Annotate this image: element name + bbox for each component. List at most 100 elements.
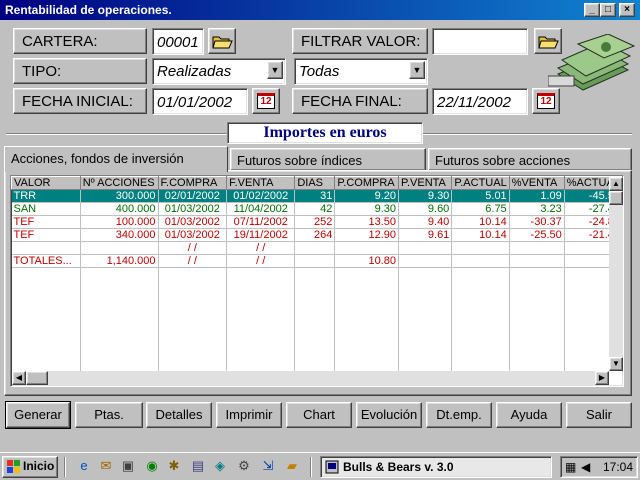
table-cell: 07/11/2002: [226, 215, 296, 229]
settings-icon[interactable]: ⚙: [236, 458, 252, 474]
volume-icon[interactable]: ◀: [581, 460, 590, 474]
grid-column-header[interactable]: P.VENTA: [398, 176, 453, 190]
empty-row: [11, 293, 623, 307]
table-cell: [158, 332, 228, 346]
vertical-scroll-thumb[interactable]: [609, 191, 623, 205]
table-row[interactable]: TRR 300.000 02/01/2002 01/02/2002 31 9.20 9.30…: [11, 189, 623, 203]
table-row[interactable]: / / / /: [11, 241, 623, 255]
table-row[interactable]: SAN 400.000 01/03/2002 11/04/2002 42 9.30 9.60…: [11, 202, 623, 216]
desktop-icon[interactable]: ▣: [120, 458, 136, 474]
dropdown-arrow-icon[interactable]: ▼: [409, 61, 425, 79]
globe-icon[interactable]: ◉: [144, 458, 160, 474]
tab-futuros-indices[interactable]: Futuros sobre índices: [230, 148, 426, 170]
network-icon[interactable]: ▦: [565, 460, 576, 474]
cartera-input[interactable]: 00001: [152, 28, 204, 55]
table-cell: 1.09: [509, 189, 565, 203]
tab-acciones[interactable]: Acciones, fondos de inversión: [4, 146, 228, 172]
chart-button[interactable]: Chart: [286, 402, 352, 428]
tools-icon[interactable]: ✱: [166, 458, 182, 474]
table-cell: 9.30: [398, 189, 453, 203]
tipo-select[interactable]: Realizadas ▼: [152, 58, 286, 85]
horizontal-scrollbar[interactable]: ◀ ▶: [12, 371, 609, 385]
minimize-button[interactable]: _: [584, 3, 600, 17]
table-cell: 12.90: [334, 228, 400, 242]
filtrar-valor-input[interactable]: [432, 28, 528, 55]
scroll-down-button[interactable]: ▼: [609, 357, 623, 371]
ayuda-button[interactable]: Ayuda: [496, 402, 562, 428]
start-button[interactable]: Inicio: [2, 456, 58, 478]
scroll-left-button[interactable]: ◀: [12, 371, 26, 385]
evolucion-button[interactable]: Evolución: [356, 402, 422, 428]
table-cell: [80, 306, 159, 320]
fecha-inicial-calendar-button[interactable]: 12: [252, 88, 280, 114]
clock[interactable]: 17:04: [603, 460, 633, 474]
table-cell: [334, 319, 400, 333]
grid-column-header[interactable]: F.COMPRA: [157, 176, 228, 190]
operations-grid[interactable]: VALOR Nº ACCIONES F.COMPRA F.VENTA DIAS P.COM…: [10, 175, 624, 387]
grid-column-header[interactable]: Nº ACCIONES: [79, 176, 159, 190]
grid-column-header[interactable]: DIAS: [294, 176, 336, 190]
vertical-scrollbar[interactable]: ▲ ▼: [609, 177, 623, 371]
close-button[interactable]: ×: [619, 3, 635, 17]
outlook-icon[interactable]: ✉: [98, 458, 114, 474]
table-cell: 01/03/2002: [158, 228, 228, 242]
table-cell: [80, 358, 159, 372]
window-title: Rentabilidad de operaciones.: [5, 3, 172, 17]
generar-button[interactable]: Generar: [5, 401, 71, 429]
grid-column-header[interactable]: %VENTA: [508, 176, 565, 190]
empty-row: [11, 319, 623, 333]
table-cell: [11, 241, 81, 255]
folder-icon[interactable]: ▰: [284, 458, 300, 474]
dropdown-arrow-icon[interactable]: ▼: [267, 61, 283, 79]
table-cell: [11, 345, 81, 359]
dtemp-button[interactable]: Dt.emp.: [426, 402, 492, 428]
taskbar-task-bulls-bears[interactable]: Bulls & Bears v. 3.0: [320, 456, 552, 478]
internet-explorer-icon[interactable]: e: [76, 458, 92, 474]
table-cell: [509, 241, 565, 255]
maximize-button[interactable]: □: [600, 3, 616, 17]
fecha-inicial-input[interactable]: 01/01/2002: [152, 88, 248, 115]
table-cell: [226, 319, 296, 333]
table-cell: [226, 267, 296, 281]
scroll-up-button[interactable]: ▲: [609, 177, 623, 191]
table-cell: TRR: [11, 189, 81, 203]
scroll-right-button[interactable]: ▶: [595, 371, 609, 385]
grid-column-header[interactable]: VALOR: [11, 176, 81, 190]
fecha-final-calendar-button[interactable]: 12: [532, 88, 560, 114]
disk-icon[interactable]: ◈: [212, 458, 228, 474]
grid-column-header[interactable]: F.VENTA: [226, 176, 296, 190]
tipo2-select[interactable]: Todas ▼: [294, 58, 428, 85]
table-cell: [294, 254, 336, 268]
table-cell: 02/01/2002: [158, 189, 228, 203]
detalles-button[interactable]: Detalles: [146, 402, 212, 428]
table-cell: [334, 241, 400, 255]
table-row[interactable]: TOTALES... 1,140.000/ / / /10.80: [11, 254, 623, 268]
empty-row: [11, 332, 623, 346]
salir-button[interactable]: Salir: [566, 402, 632, 428]
table-cell: [398, 306, 453, 320]
table-cell: [11, 319, 81, 333]
fecha-final-input[interactable]: 22/11/2002: [432, 88, 528, 115]
table-cell: [509, 332, 565, 346]
ptas-button[interactable]: Ptas.: [75, 402, 143, 428]
empty-row: [11, 358, 623, 372]
table-cell: 3.23: [509, 202, 565, 216]
table-cell: 10.14: [451, 215, 510, 229]
title-bar[interactable]: Rentabilidad de operaciones. _ □ ×: [0, 0, 640, 20]
table-row[interactable]: TEF 100.000 01/03/2002 07/11/2002 252 13.50 9.…: [11, 215, 623, 229]
tab-futuros-acciones[interactable]: Futuros sobre acciones: [428, 148, 632, 170]
grid-column-header[interactable]: P.COMPRA: [334, 176, 400, 190]
cartera-browse-button[interactable]: [208, 28, 236, 54]
monitor-icon[interactable]: ▤: [190, 458, 206, 474]
task-label: Bulls & Bears v. 3.0: [343, 460, 454, 474]
table-row[interactable]: TEF 340.000 01/03/2002 19/11/2002 264 12.90 9.…: [11, 228, 623, 242]
imprimir-button[interactable]: Imprimir: [216, 402, 282, 428]
table-cell: [509, 267, 565, 281]
grid-column-header[interactable]: P.ACTUAL: [451, 176, 510, 190]
table-cell: [226, 280, 296, 294]
table-cell: 01/02/2002: [226, 189, 296, 203]
shortcut-icon[interactable]: ⇲: [260, 458, 276, 474]
horizontal-scroll-thumb[interactable]: [26, 371, 48, 385]
table-cell: [398, 254, 453, 268]
table-cell: [294, 241, 336, 255]
